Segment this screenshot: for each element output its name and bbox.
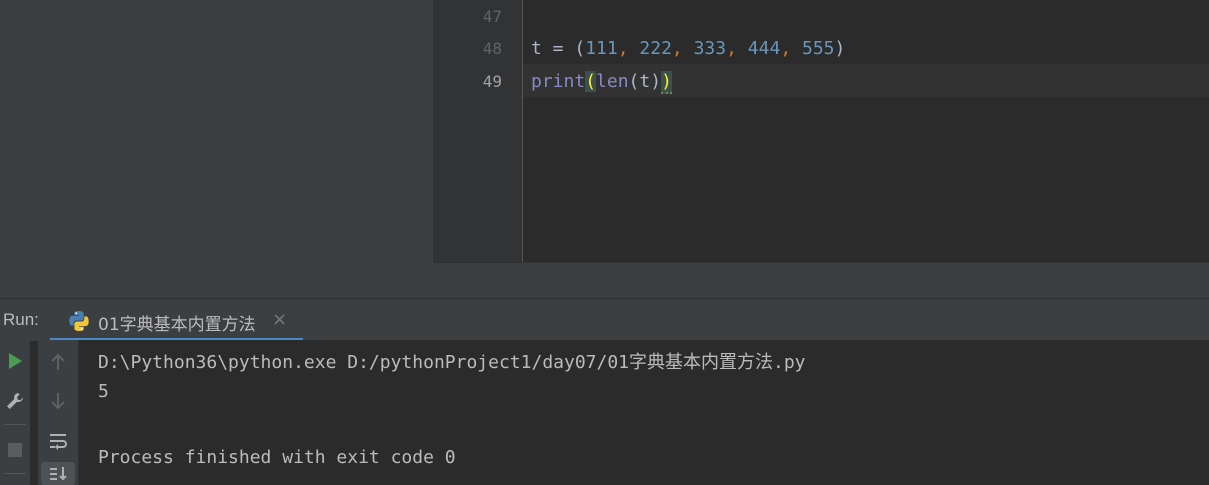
code-number: 333 xyxy=(693,38,727,59)
play-icon xyxy=(9,353,22,369)
run-tool-window-header: Run: 01字典基本内置方法 × xyxy=(0,298,1209,341)
scroll-to-end-icon xyxy=(50,466,67,480)
wrench-icon xyxy=(7,393,23,409)
run-tab-label: 01字典基本内置方法 xyxy=(98,315,256,335)
code-builtin: len xyxy=(596,71,629,92)
settings-button[interactable] xyxy=(4,390,26,412)
run-tab[interactable]: 01字典基本内置方法 × xyxy=(50,299,303,341)
scroll-to-end-button[interactable] xyxy=(41,462,75,485)
code-number: 555 xyxy=(802,38,835,59)
next-occurrence-button[interactable] xyxy=(47,390,69,412)
project-panel xyxy=(0,0,433,298)
code-token: (t) xyxy=(628,71,662,92)
code-comma: , xyxy=(671,38,683,59)
toolbar-separator xyxy=(4,473,26,474)
line-number: 47 xyxy=(482,7,502,26)
code-token: t = ( xyxy=(531,38,586,59)
arrow-down-icon xyxy=(51,393,65,410)
run-toolbar-left xyxy=(0,340,30,485)
console-line-output: 5 xyxy=(98,381,109,402)
code-number: 222 xyxy=(639,38,672,59)
editor-bottom-strip xyxy=(433,262,1209,299)
arrow-up-icon xyxy=(51,353,65,370)
toolbar-separator xyxy=(4,424,26,425)
code-comma: , xyxy=(617,38,629,59)
line-number-current: 49 xyxy=(482,72,502,91)
stop-icon xyxy=(8,443,22,457)
line-number: 48 xyxy=(482,39,502,58)
rerun-button[interactable] xyxy=(4,350,26,372)
line-number-gutter: 47 48 49 xyxy=(433,0,523,262)
code-line-49[interactable]: print(len(t)) xyxy=(531,71,672,94)
code-number: 111 xyxy=(585,38,618,59)
soft-wrap-icon xyxy=(50,434,67,450)
soft-wrap-button[interactable] xyxy=(47,430,69,452)
matched-paren: ) xyxy=(661,71,672,94)
stop-button[interactable] xyxy=(4,439,26,461)
python-icon xyxy=(69,311,89,331)
console-output[interactable]: D:\Python36\python.exe D:/pythonProject1… xyxy=(79,340,1209,485)
console-line-exit: Process finished with exit code 0 xyxy=(98,447,456,468)
code-comma: , xyxy=(726,38,737,59)
console-line-command: D:\Python36\python.exe D:/pythonProject1… xyxy=(98,352,806,373)
code-number: 444 xyxy=(747,38,781,59)
code-line-48[interactable]: t = (111, 222, 333, 444, 555) xyxy=(531,38,845,60)
close-icon[interactable]: × xyxy=(272,310,287,330)
code-comma: , xyxy=(780,38,792,59)
run-label: Run: xyxy=(3,310,39,329)
code-builtin: print xyxy=(531,71,586,92)
code-token: ) xyxy=(834,38,846,59)
run-toolbar-right xyxy=(38,340,79,485)
matched-paren: ( xyxy=(585,71,597,92)
previous-occurrence-button[interactable] xyxy=(47,351,69,373)
code-editor[interactable]: 47 48 49 t = (111, 222, 333, 444, 555) p… xyxy=(433,0,1209,262)
